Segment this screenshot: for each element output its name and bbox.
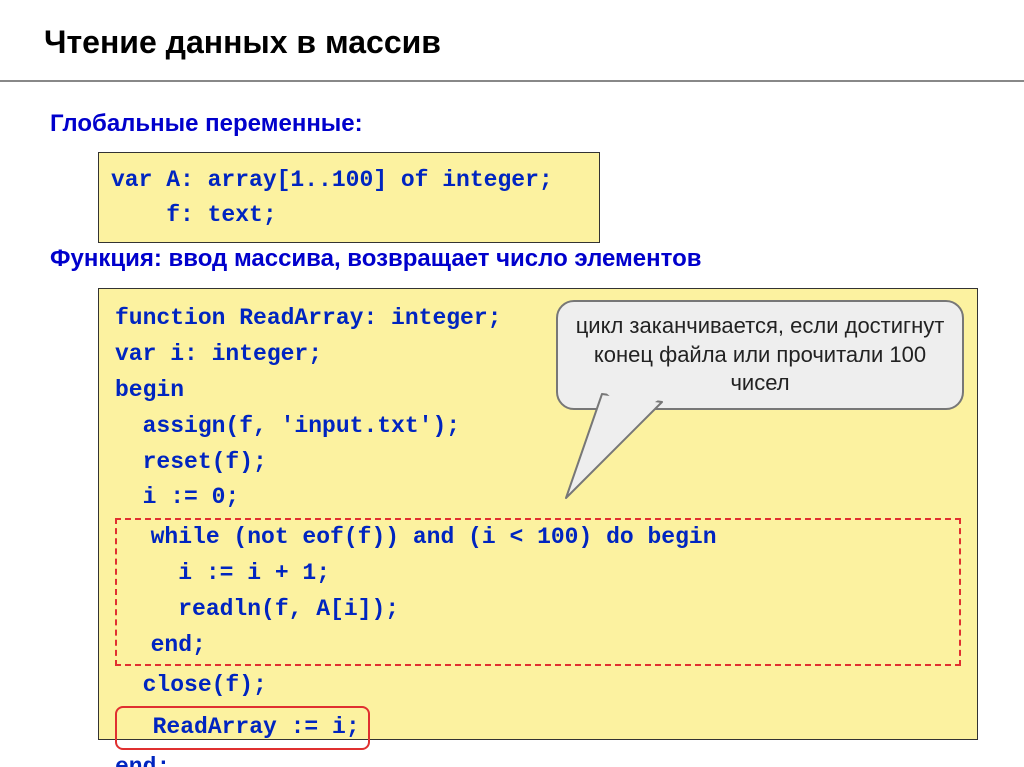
- code-line: reset(f);: [115, 445, 961, 481]
- highlighted-loop-region: while (not eof(f)) and (i < 100) do begi…: [115, 518, 961, 666]
- code-line: i := i + 1;: [123, 556, 953, 592]
- title-underline: [0, 80, 1024, 82]
- page-title: Чтение данных в массив: [44, 24, 441, 61]
- code-line: assign(f, 'input.txt');: [115, 409, 961, 445]
- global-vars-code-box: var A: array[1..100] of integer; f: text…: [98, 152, 600, 243]
- code-line: end;: [115, 750, 961, 767]
- code-line: while (not eof(f)) and (i < 100) do begi…: [123, 520, 953, 556]
- section-heading-function: Функция: ввод массива, возвращает число …: [50, 245, 701, 273]
- code-line: readln(f, A[i]);: [123, 592, 953, 628]
- code-line: end;: [123, 628, 953, 664]
- code-line: f: text;: [111, 202, 277, 228]
- highlighted-return-line: ReadArray := i;: [115, 706, 370, 750]
- section-heading-globals: Глобальные переменные:: [50, 110, 363, 138]
- slide: Чтение данных в массив Глобальные переме…: [0, 0, 1024, 767]
- code-line: var A: array[1..100] of integer;: [111, 167, 553, 193]
- callout-tail: [562, 388, 682, 508]
- code-line: close(f);: [115, 668, 961, 704]
- code-line: i := 0;: [115, 480, 961, 516]
